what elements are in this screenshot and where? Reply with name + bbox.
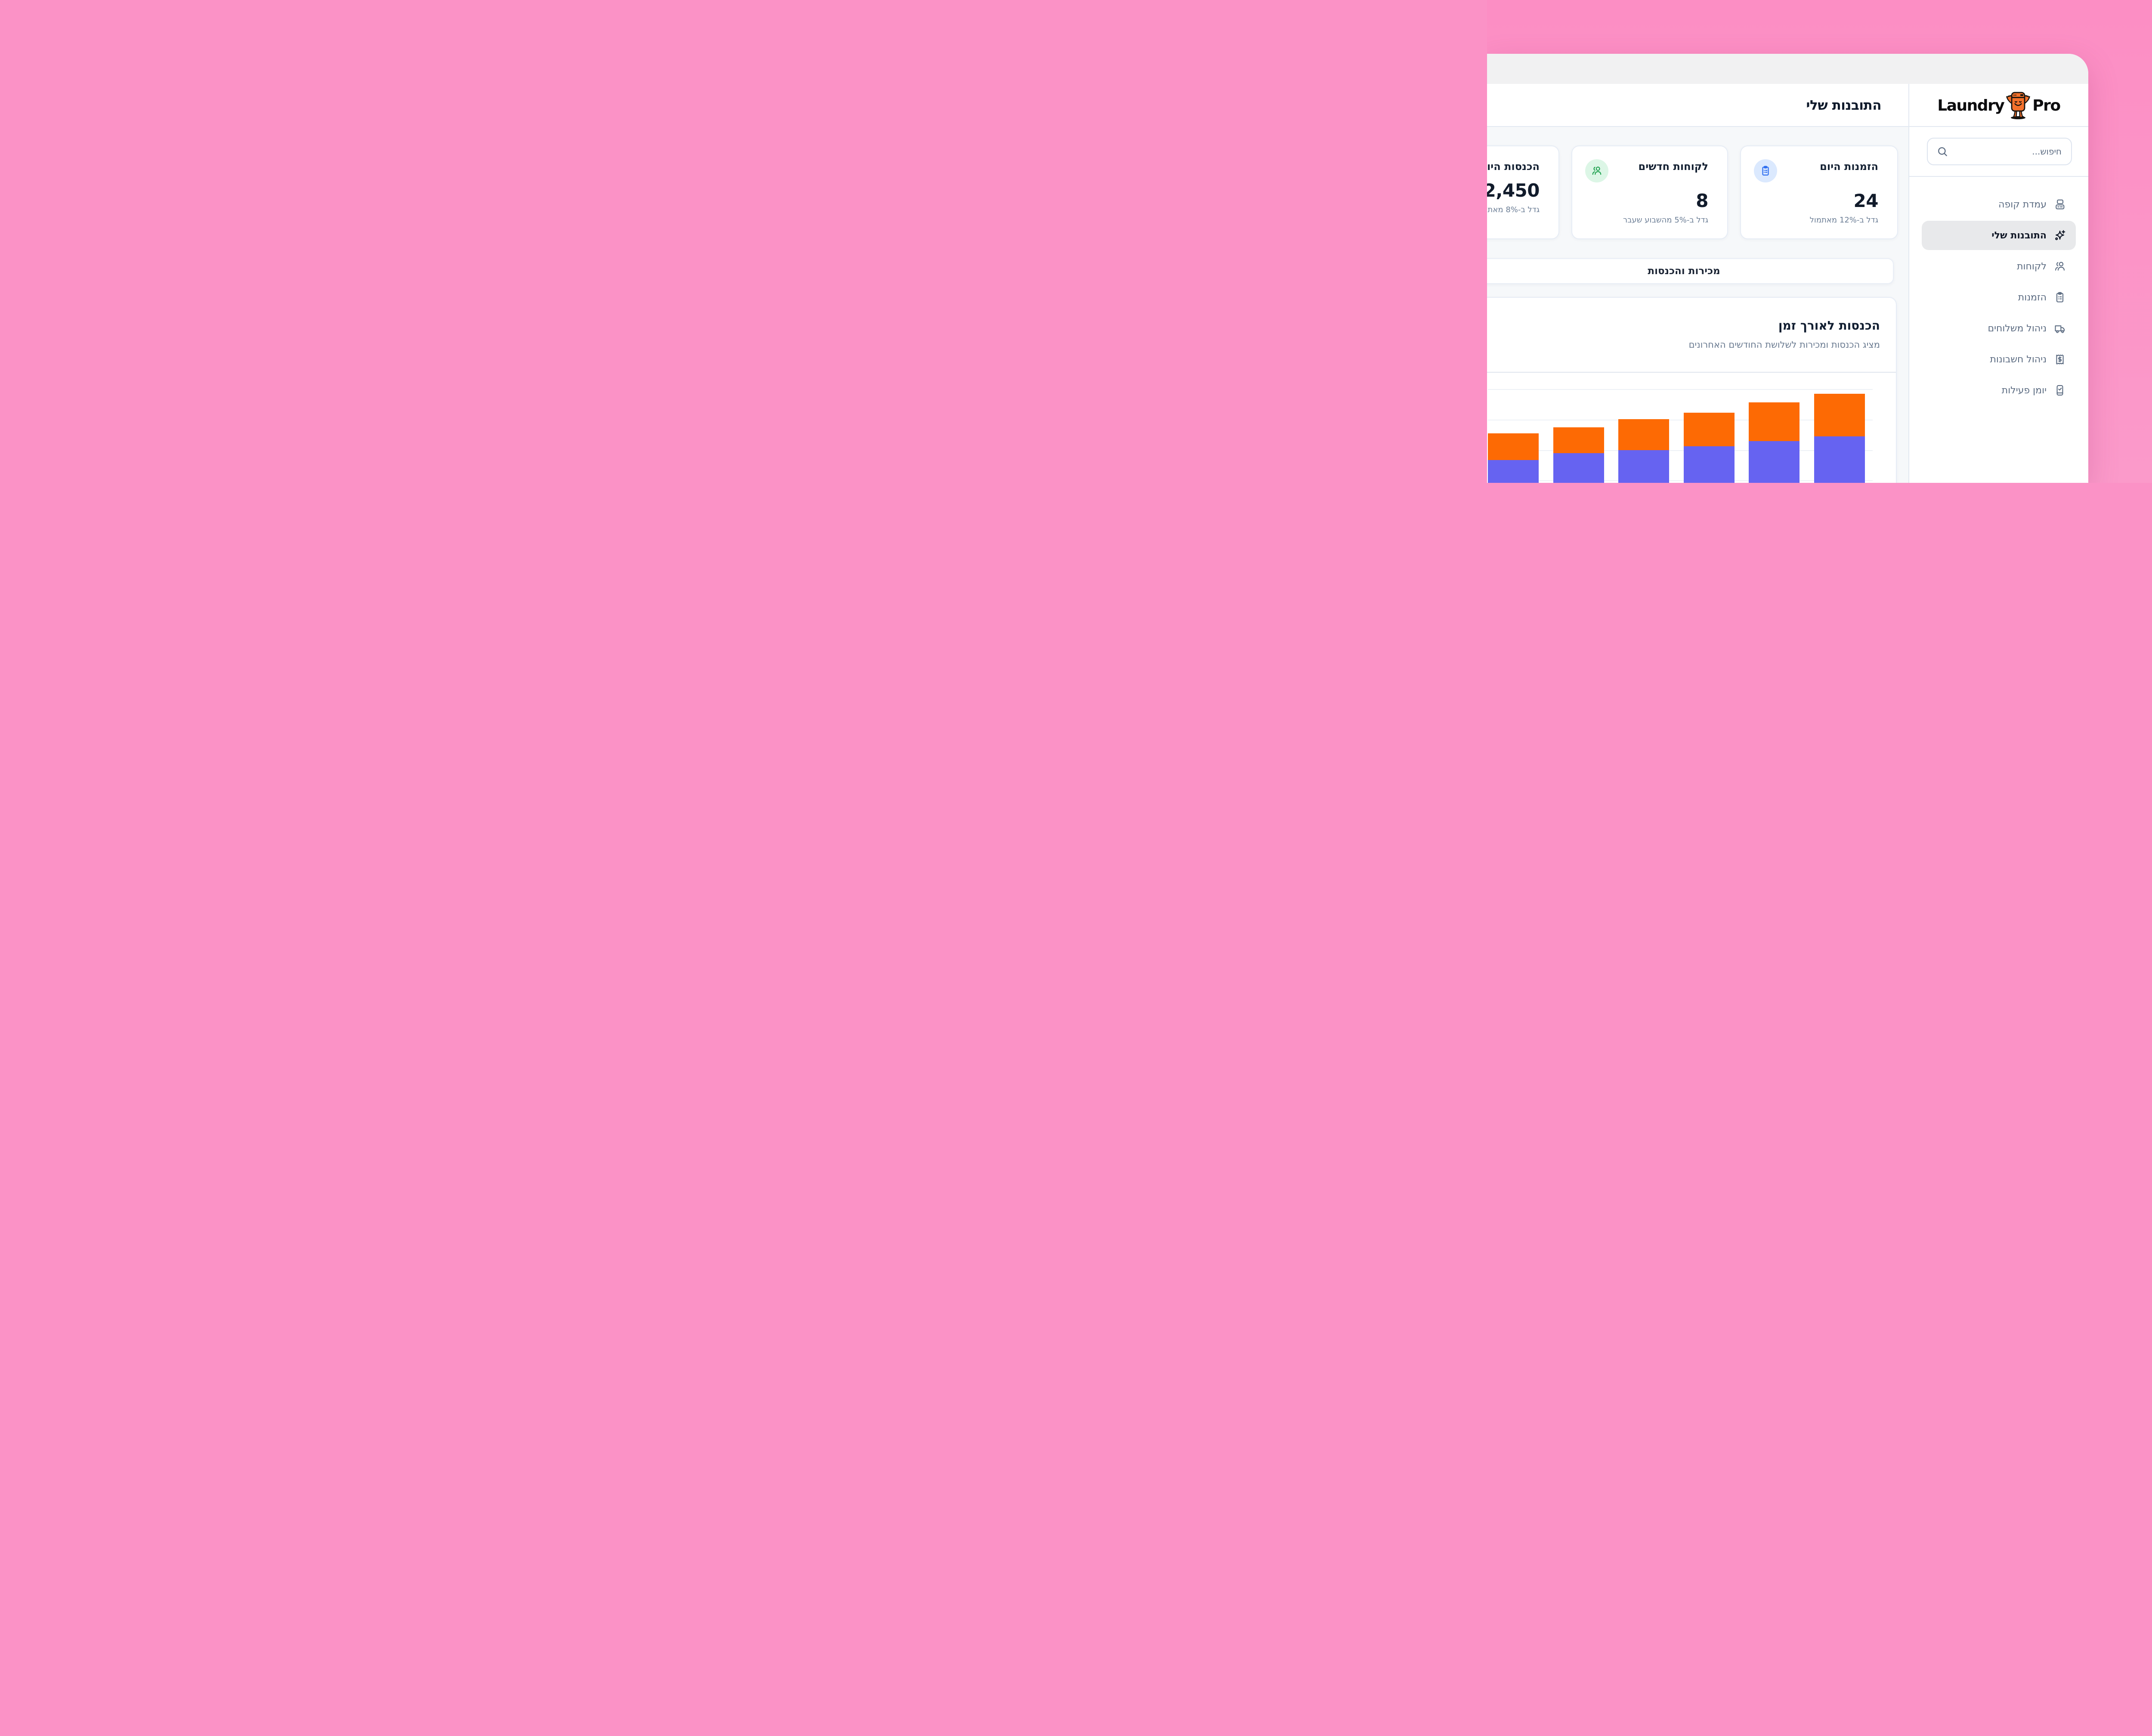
sidebar-item-label: ניהול משלוחים	[1988, 323, 2047, 334]
sidebar-item-label: עמדת קופה	[1998, 199, 2047, 210]
sidebar-item-orders[interactable]: הזמנות	[1922, 283, 2076, 312]
users-icon	[1585, 159, 1608, 182]
bar-segment-orange	[1488, 433, 1539, 460]
washing-machine-mascot-icon	[2005, 91, 2031, 121]
sidebar: עמדת קופה התובנות שלי	[1909, 127, 2088, 483]
main-content: הזמנות היום 24 גדל ב-12% מאתמול ל	[1487, 127, 1908, 483]
stat-title: הזמנות היום	[1820, 161, 1878, 172]
stacked-bar	[1684, 413, 1735, 483]
stat-card-orders-today: הזמנות היום 24 גדל ב-12% מאתמול	[1740, 145, 1898, 239]
chart-title: הכנסות לאורך זמן	[1487, 318, 1880, 333]
sidebar-item-deliveries[interactable]: ניהול משלוחים	[1922, 314, 2076, 343]
bar-segment-orange	[1814, 394, 1865, 436]
stat-change: גדל ב-8% מאתמול	[1487, 205, 1540, 214]
sparkles-icon	[2054, 229, 2066, 241]
sidebar-item-label: יומן פעילות	[2002, 385, 2047, 396]
sidebar-item-insights[interactable]: התובנות שלי	[1922, 221, 2076, 250]
stacked-bar	[1553, 427, 1604, 483]
sidebar-item-label: הזמנות	[2018, 292, 2047, 303]
revenue-chart-card: הכנסות לאורך זמן מציג הכנסות ומכירות לשל…	[1487, 297, 1897, 483]
clipboard-list-icon	[2054, 291, 2066, 303]
search-box[interactable]	[1927, 138, 2072, 165]
sidebar-item-pos[interactable]: עמדת קופה	[1922, 190, 2076, 219]
truck-icon	[2054, 322, 2066, 334]
stacked-bar	[1488, 433, 1539, 483]
bar-segment-purple	[1553, 453, 1604, 483]
stat-card-new-customers: לקוחות חדשים 8 גדל ב-5% מהשבו	[1571, 145, 1728, 239]
bar-segment-orange	[1553, 427, 1604, 453]
sidebar-item-customers[interactable]: לקוחות	[1922, 252, 2076, 281]
logo-text-pro: Pro	[2032, 97, 2060, 114]
header: התובנות שלי Laundry	[1487, 84, 2088, 127]
bar-segment-purple	[1814, 436, 1865, 483]
clipboard-list-icon	[1754, 159, 1777, 182]
chart-subtitle: מציג הכנסות ומכירות לשלושת החודשים האחרו…	[1487, 340, 1880, 350]
sidebar-nav: עמדת קופה התובנות שלי	[1909, 190, 2088, 405]
screen: התובנות שלי Laundry	[1487, 0, 2152, 483]
app-logo: Laundry	[1909, 84, 2088, 127]
bar-segment-purple	[1684, 446, 1735, 483]
users-icon	[2054, 260, 2066, 272]
gridline	[1488, 389, 1873, 390]
bar-segment-orange	[1618, 419, 1669, 450]
search-icon	[1936, 145, 1948, 158]
sidebar-divider	[1909, 176, 2088, 177]
pos-terminal-icon	[2054, 198, 2066, 210]
sidebar-main-divider	[1908, 84, 1909, 483]
stacked-bar	[1814, 394, 1865, 483]
bar-plot	[1488, 372, 1873, 483]
stat-value: ₪12,450	[1487, 180, 1540, 201]
stat-change: גדל ב-12% מאתמול	[1754, 216, 1878, 225]
stacked-bar	[1618, 419, 1669, 483]
stat-value: 24	[1754, 190, 1878, 211]
stat-card-revenue-today: הכנסות היום ₪12,450 גדל ב-8% מאתמול	[1487, 145, 1559, 239]
bar-segment-purple	[1618, 450, 1669, 483]
page-title: התובנות שלי	[1806, 84, 1881, 127]
device-check-icon	[2054, 384, 2066, 396]
bar-segment-orange	[1684, 413, 1735, 446]
stacked-bar	[1749, 402, 1800, 483]
app-window: התובנות שלי Laundry	[1487, 54, 2088, 483]
sidebar-item-billing[interactable]: ניהול חשבונות	[1922, 345, 2076, 374]
stat-change: גדל ב-5% מהשבוע שעבר	[1585, 216, 1708, 225]
receipt-dollar-icon	[2054, 353, 2066, 365]
stat-title: הכנסות היום	[1487, 161, 1540, 172]
bar-segment-purple	[1488, 460, 1539, 483]
bar-segment-purple	[1749, 441, 1800, 483]
sidebar-item-activity-log[interactable]: יומן פעילות	[1922, 376, 2076, 405]
sidebar-item-label: לקוחות	[2017, 261, 2047, 272]
sidebar-item-label: ניהול חשבונות	[1990, 354, 2047, 365]
sidebar-item-label: התובנות שלי	[1991, 230, 2047, 241]
stat-value: 8	[1585, 190, 1708, 211]
window-chrome-bar	[1487, 54, 2088, 84]
tab-sales-and-revenue[interactable]: מכירות והכנסות	[1487, 258, 1894, 284]
logo-text-laundry: Laundry	[1937, 97, 2004, 114]
stat-title: לקוחות חדשים	[1639, 161, 1708, 172]
search-input[interactable]	[1953, 146, 2062, 157]
bar-segment-orange	[1749, 402, 1800, 441]
